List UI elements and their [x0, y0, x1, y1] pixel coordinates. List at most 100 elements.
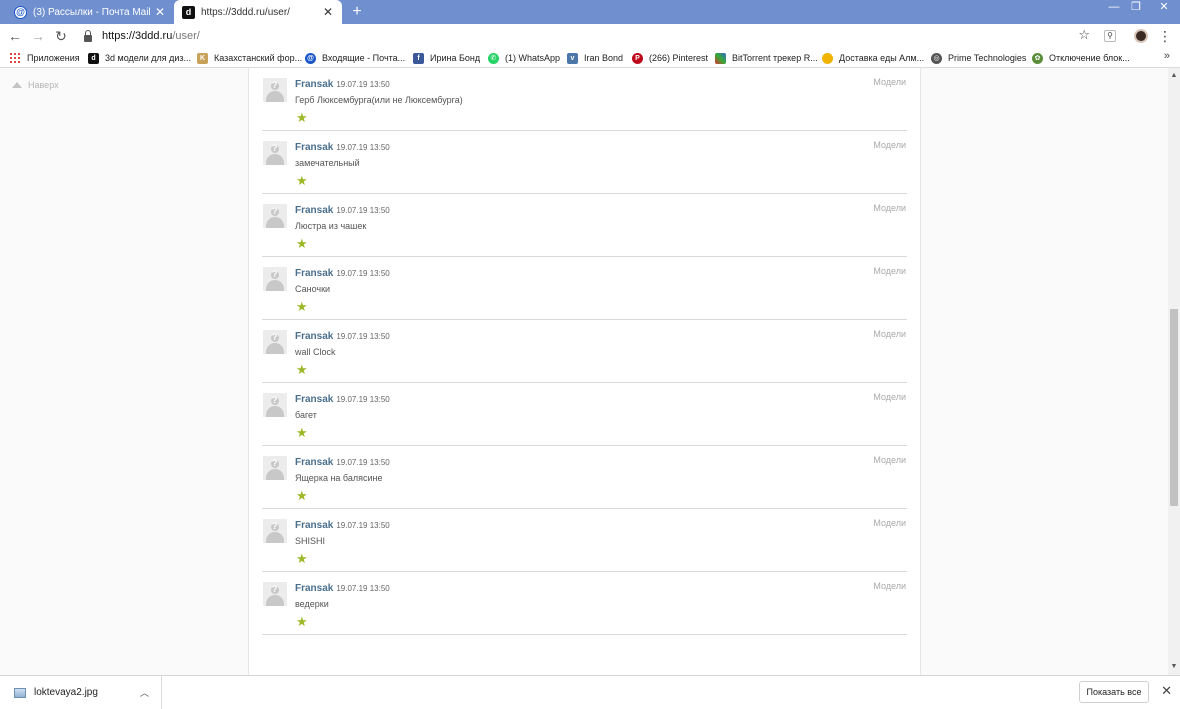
address-bar[interactable]: https://3ddd.ru/user/ — [78, 26, 1096, 46]
comment-author-link[interactable]: Fransak — [295, 79, 333, 90]
avatar[interactable]: ? — [263, 78, 287, 102]
tab-strip: @ (3) Рассылки - Почта Mail.ru ✕ d https… — [0, 0, 1180, 24]
chevron-right-icon[interactable]: » — [1164, 50, 1170, 62]
comment-author-link[interactable]: Fransak — [295, 520, 333, 531]
reload-icon[interactable]: ↻ — [52, 27, 70, 45]
restore-button[interactable]: ❐ — [1122, 0, 1150, 16]
scrollbar-thumb[interactable] — [1170, 309, 1178, 506]
comment-author-link[interactable]: Fransak — [295, 331, 333, 342]
close-icon[interactable]: ✕ — [1161, 683, 1172, 699]
comment-author-link[interactable]: Fransak — [295, 394, 333, 405]
star-icon[interactable]: ★ — [296, 615, 308, 628]
avatar[interactable]: ? — [263, 582, 287, 606]
image-file-icon — [14, 687, 26, 698]
comment-author-link[interactable]: Fransak — [295, 583, 333, 594]
bookmark-label: Prime Technologies — [948, 53, 1027, 63]
comment-author-link[interactable]: Fransak — [295, 205, 333, 216]
back-arrow-icon[interactable]: ← — [6, 27, 24, 45]
comment-header: Fransak 19.07.19 13:50 — [295, 202, 390, 216]
star-icon[interactable]: ★ — [296, 489, 308, 502]
comment-category-link[interactable]: Модели — [873, 329, 906, 339]
bookmark-vk[interactable]: v Iran Bond — [567, 51, 623, 65]
avatar[interactable]: ? — [263, 141, 287, 165]
bookmark-adblock-off[interactable]: ✿ Отключение блок... — [1032, 51, 1130, 65]
comment-date: 19.07.19 13:50 — [336, 80, 390, 89]
bookmark-mail[interactable]: @ Входящие - Почта... — [305, 51, 405, 65]
comment-row: ? Fransak 19.07.19 13:50 Модели Саночки ★ — [262, 257, 907, 320]
comment-category-link[interactable]: Модели — [873, 203, 906, 213]
comment-row: ? Fransak 19.07.19 13:50 Модели Ящерка на ба… — [262, 446, 907, 509]
comment-row: ? Fransak 19.07.19 13:50 Модели замечательны… — [262, 131, 907, 194]
comment-category-link[interactable]: Модели — [873, 518, 906, 528]
comment-header: Fransak 19.07.19 13:50 — [295, 454, 390, 468]
star-icon[interactable]: ★ — [296, 174, 308, 187]
close-icon[interactable]: ✕ — [154, 5, 166, 19]
chevron-up-icon[interactable]: ︿ — [140, 686, 149, 699]
scroll-down-icon[interactable]: ▼ — [1168, 661, 1180, 673]
bookmark-food-delivery[interactable]: Доставка еды Алм... — [822, 51, 924, 65]
bookmark-kz-forum[interactable]: K Казахстанский фор... — [197, 51, 302, 65]
comment-author-link[interactable]: Fransak — [295, 268, 333, 279]
download-item[interactable]: loktevaya2.jpg ︿ — [0, 676, 162, 709]
tab-3ddd[interactable]: d https://3ddd.ru/user/ ✕ — [174, 0, 342, 24]
search-extension-icon[interactable]: ⚲ — [1104, 30, 1116, 42]
back-to-top-label: Наверх — [28, 80, 59, 90]
menu-dots-icon[interactable]: ⋮ — [1158, 27, 1172, 45]
comment-text: wall Clock — [295, 347, 336, 357]
tab-title: https://3ddd.ru/user/ — [201, 6, 290, 18]
avatar[interactable]: ? — [263, 393, 287, 417]
bookmark-label: Ирина Бонд — [430, 53, 481, 63]
bookmark-pinterest[interactable]: P (266) Pinterest — [632, 51, 708, 65]
comment-list: ?Fransak19.07.19 13:50МоделиРозетка★?Fra… — [262, 68, 907, 635]
close-icon[interactable]: ✕ — [322, 5, 334, 19]
window-close-button[interactable]: ✕ — [1150, 0, 1178, 16]
tab-mail-ru[interactable]: @ (3) Рассылки - Почта Mail.ru ✕ — [6, 0, 174, 24]
bookmarks-bar: Приложения d 3d модели для диз... K Каза… — [0, 48, 1180, 68]
star-icon[interactable]: ★ — [296, 363, 308, 376]
comment-header: Fransak 19.07.19 13:50 — [295, 328, 390, 342]
comment-category-link[interactable]: Модели — [873, 455, 906, 465]
comment-text: замечательный — [295, 158, 360, 168]
comment-author-link[interactable]: Fransak — [295, 457, 333, 468]
bookmark-facebook[interactable]: f Ирина Бонд — [413, 51, 480, 65]
bookmark-apps[interactable]: Приложения — [10, 51, 80, 65]
back-to-top-link[interactable]: Наверх — [12, 80, 59, 90]
comment-category-link[interactable]: Модели — [873, 581, 906, 591]
bookmark-whatsapp[interactable]: ✆ (1) WhatsApp — [488, 51, 560, 65]
new-tab-button[interactable]: + — [348, 3, 366, 21]
browser-toolbar: ← → ↻ https://3ddd.ru/user/ ☆ ⚲ ⋮ — [0, 24, 1180, 48]
avatar[interactable] — [1134, 29, 1148, 43]
avatar[interactable]: ? — [263, 204, 287, 228]
globe-icon: ◎ — [931, 52, 942, 64]
comment-row: ? Fransak 19.07.19 13:50 Модели SHISHI ★ — [262, 509, 907, 572]
bookmark-star-icon[interactable]: ☆ — [1078, 27, 1090, 43]
scrollbar[interactable]: ▲ ▼ — [1168, 68, 1180, 675]
comment-category-link[interactable]: Модели — [873, 77, 906, 87]
star-icon[interactable]: ★ — [296, 426, 308, 439]
comment-category-link[interactable]: Модели — [873, 140, 906, 150]
comment-category-link[interactable]: Модели — [873, 392, 906, 402]
comment-text: Герб Люксембурга(или не Люксембурга) — [295, 95, 463, 105]
bookmark-bittorrent[interactable]: BitTorrent трекер R... — [715, 51, 818, 65]
comment-header: Fransak 19.07.19 13:50 — [295, 265, 390, 279]
comment-author-link[interactable]: Fransak — [295, 142, 333, 153]
avatar[interactable]: ? — [263, 267, 287, 291]
pinterest-icon: P — [632, 52, 643, 64]
show-all-button[interactable]: Показать все — [1079, 681, 1149, 703]
bookmark-prime-tech[interactable]: ◎ Prime Technologies — [931, 51, 1026, 65]
forum-icon: K — [197, 52, 208, 64]
forward-arrow-icon[interactable]: → — [29, 27, 47, 45]
avatar[interactable]: ? — [263, 330, 287, 354]
mail-ru-icon: @ — [14, 5, 27, 19]
star-icon[interactable]: ★ — [296, 111, 308, 124]
downloads-bar: loktevaya2.jpg ︿ Показать все ✕ — [0, 675, 1180, 709]
bookmark-3ddd[interactable]: d 3d модели для диз... — [88, 51, 191, 65]
scroll-up-icon[interactable]: ▲ — [1168, 70, 1180, 82]
star-icon[interactable]: ★ — [296, 552, 308, 565]
comment-category-link[interactable]: Модели — [873, 266, 906, 276]
avatar[interactable]: ? — [263, 456, 287, 480]
star-icon[interactable]: ★ — [296, 300, 308, 313]
comment-date: 19.07.19 13:50 — [336, 143, 390, 152]
avatar[interactable]: ? — [263, 519, 287, 543]
star-icon[interactable]: ★ — [296, 237, 308, 250]
